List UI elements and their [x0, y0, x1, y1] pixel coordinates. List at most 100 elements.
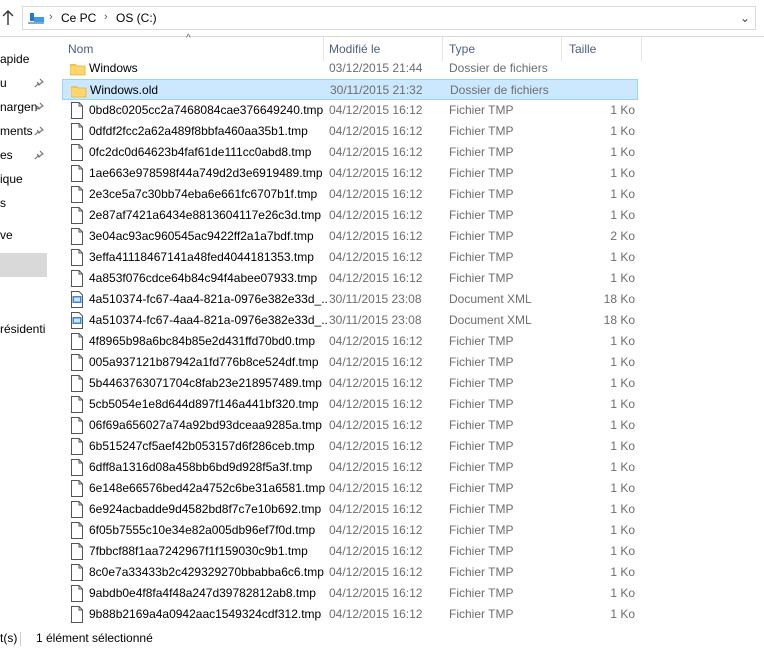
file-type: Fichier TMP: [449, 376, 514, 390]
file-row[interactable]: 9abdb0e4f8fa4f48a247d39782812ab8.tmp 04/1…: [62, 583, 638, 604]
breadcrumb-os-c[interactable]: OS (C:): [116, 11, 157, 25]
file-name: Windows: [89, 61, 138, 75]
file-row[interactable]: 6e924acbadde9d4582bd8f7c7e10b692.tmp 04/1…: [62, 499, 638, 520]
file-row[interactable]: 4a853f076cdce64b84c94f4abee07933.tmp 04/1…: [62, 268, 638, 289]
breadcrumb-separator[interactable]: ›: [104, 11, 108, 23]
nav-item[interactable]: résidenti: [0, 319, 52, 339]
up-arrow-icon[interactable]: [1, 9, 15, 27]
file-row[interactable]: 5b4463763071704c8fab23e218957489.tmp 04/1…: [62, 373, 638, 394]
breadcrumb-this-pc[interactable]: Ce PC: [61, 11, 96, 25]
file-name: 6e924acbadde9d4582bd8f7c7e10b692.tmp: [89, 502, 322, 516]
file-icon: [70, 207, 84, 224]
file-name: 5b4463763071704c8fab23e218957489.tmp: [89, 376, 322, 390]
nav-item[interactable]: ique: [0, 169, 52, 189]
file-row[interactable]: 5cb5054e1e8d644d897f146a441bf320.tmp 04/1…: [62, 394, 638, 415]
file-name: 3effa41118467141a48fed4044181353.tmp: [89, 250, 314, 264]
file-modified-date: 04/12/2015 16:12: [329, 334, 423, 348]
status-item-count: t(s): [0, 631, 18, 645]
file-row[interactable]: Windows.old 30/11/2015 21:32 Dossier de fi…: [62, 79, 638, 100]
file-icon: [70, 375, 84, 392]
file-type: Document XML: [449, 313, 532, 327]
file-row[interactable]: 3e04ac93ac960545ac9422ff2a1a7bdf.tmp 04/1…: [62, 226, 638, 247]
file-row[interactable]: 6e148e66576bed42a4752c6be31a6581.tmp 04/1…: [62, 478, 638, 499]
file-row[interactable]: 8c0e7a33433b2c429329270bbabba6c6.tmp 04/1…: [62, 562, 638, 583]
nav-item[interactable]: es: [0, 145, 52, 165]
file-icon: [70, 354, 84, 371]
file-size: 1 Ko: [610, 481, 635, 495]
computer-icon: [27, 11, 45, 25]
file-row[interactable]: 005a937121b87942a1fd776b8ce524df.tmp 04/1…: [62, 352, 638, 373]
file-name: 6e148e66576bed42a4752c6be31a6581.tmp: [89, 481, 326, 495]
file-icon: [70, 270, 84, 287]
file-name: 6dff8a1316d08a458bb6bd9d928f5a3f.tmp: [89, 460, 313, 474]
column-header-size[interactable]: Taille: [569, 42, 596, 56]
file-row[interactable]: 0dfdf2fcc2a62a489f8bbfa460aa35b1.tmp 04/1…: [62, 121, 638, 142]
file-type: Fichier TMP: [449, 565, 514, 579]
file-icon: [70, 543, 84, 560]
file-icon: [70, 606, 84, 623]
file-modified-date: 03/12/2015 21:44: [329, 61, 423, 75]
column-divider[interactable]: [641, 37, 642, 61]
pin-icon[interactable]: [34, 101, 45, 112]
file-row[interactable]: 0fc2dc0d64623b4faf61de111cc0abd8.tmp 04/1…: [62, 142, 638, 163]
file-size: 1 Ko: [610, 439, 635, 453]
xml-icon: [70, 312, 84, 329]
nav-item[interactable]: apide: [0, 49, 52, 69]
file-modified-date: 04/12/2015 16:12: [329, 229, 423, 243]
nav-item[interactable]: ve: [0, 225, 52, 245]
file-icon: [70, 501, 84, 518]
file-size: 18 Ko: [603, 313, 635, 327]
file-row[interactable]: 4a510374-fc67-4aa4-821a-0976e382e33d_...…: [62, 289, 638, 310]
nav-item[interactable]: [0, 253, 52, 273]
breadcrumb-separator[interactable]: ›: [49, 11, 53, 23]
file-row[interactable]: 1ae663e978598f44a749d2d3e6919489.tmp 04/1…: [62, 163, 638, 184]
file-icon: [70, 438, 84, 455]
file-row[interactable]: 0bd8c0205cc2a7468084cae376649240.tmp 04/1…: [62, 100, 638, 121]
pin-icon[interactable]: [34, 149, 45, 160]
nav-item[interactable]: u: [0, 73, 52, 93]
file-row[interactable]: 2e87af7421a6434e8813604117e26c3d.tmp 04/1…: [62, 205, 638, 226]
file-row[interactable]: 6b515247cf5aef42b053157d6f286ceb.tmp 04/1…: [62, 436, 638, 457]
file-icon: [70, 165, 84, 182]
sort-ascending-icon: ^: [186, 33, 191, 44]
nav-item[interactable]: nargen: [0, 97, 52, 117]
file-size: 1 Ko: [610, 334, 635, 348]
nav-item[interactable]: [0, 281, 52, 301]
file-modified-date: 04/12/2015 16:12: [329, 250, 423, 264]
address-box[interactable]: › Ce PC › OS (C:) ⌄: [22, 6, 756, 30]
file-modified-date: 04/12/2015 16:12: [329, 523, 423, 537]
pin-icon[interactable]: [34, 125, 45, 136]
status-bar: t(s) 1 élément sélectionné: [0, 630, 764, 650]
file-name: 06f69a656027a74a92bd93dceaa9285a.tmp: [89, 418, 322, 432]
file-name: 1ae663e978598f44a749d2d3e6919489.tmp: [89, 166, 323, 180]
file-row[interactable]: 06f69a656027a74a92bd93dceaa9285a.tmp 04/1…: [62, 415, 638, 436]
file-type: Dossier de fichiers: [450, 83, 549, 97]
file-type: Fichier TMP: [449, 271, 514, 285]
file-modified-date: 04/12/2015 16:12: [329, 376, 423, 390]
xml-icon: [70, 291, 84, 308]
file-type: Fichier TMP: [449, 145, 514, 159]
file-row[interactable]: 4a510374-fc67-4aa4-821a-0976e382e33d_...…: [62, 310, 638, 331]
column-header-modified[interactable]: Modifié le: [329, 42, 380, 56]
pin-icon[interactable]: [34, 77, 45, 88]
file-row[interactable]: 3effa41118467141a48fed4044181353.tmp 04/1…: [62, 247, 638, 268]
address-dropdown-icon[interactable]: ⌄: [739, 11, 751, 25]
file-type: Fichier TMP: [449, 544, 514, 558]
file-row[interactable]: Windows 03/12/2015 21:44 Dossier de fichie…: [62, 58, 638, 79]
column-header-type[interactable]: Type: [449, 42, 475, 56]
file-size: 18 Ko: [603, 292, 635, 306]
file-row[interactable]: 6dff8a1316d08a458bb6bd9d928f5a3f.tmp 04/1…: [62, 457, 638, 478]
nav-item[interactable]: ments: [0, 121, 52, 141]
file-row[interactable]: 6f05b7555c10e34e82a005db96ef7f0d.tmp 04/1…: [62, 520, 638, 541]
nav-item[interactable]: s: [0, 193, 52, 213]
file-name: 8c0e7a33433b2c429329270bbabba6c6.tmp: [89, 565, 324, 579]
file-row[interactable]: 7fbbcf88f1aa7242967f1f159030c9b1.tmp 04/1…: [62, 541, 638, 562]
file-type: Fichier TMP: [449, 586, 514, 600]
file-icon: [70, 417, 84, 434]
file-row[interactable]: 4f8965b98a6bc84b85e2d431ffd70bd0.tmp 04/1…: [62, 331, 638, 352]
column-header-name[interactable]: Nom: [68, 42, 93, 56]
file-icon: [70, 522, 84, 539]
file-row[interactable]: 9b88b2169a4a0942aac1549324cdf312.tmp 04/1…: [62, 604, 638, 625]
file-row[interactable]: 2e3ce5a7c30bb74eba6e661fc6707b1f.tmp 04/1…: [62, 184, 638, 205]
file-size: 1 Ko: [610, 271, 635, 285]
